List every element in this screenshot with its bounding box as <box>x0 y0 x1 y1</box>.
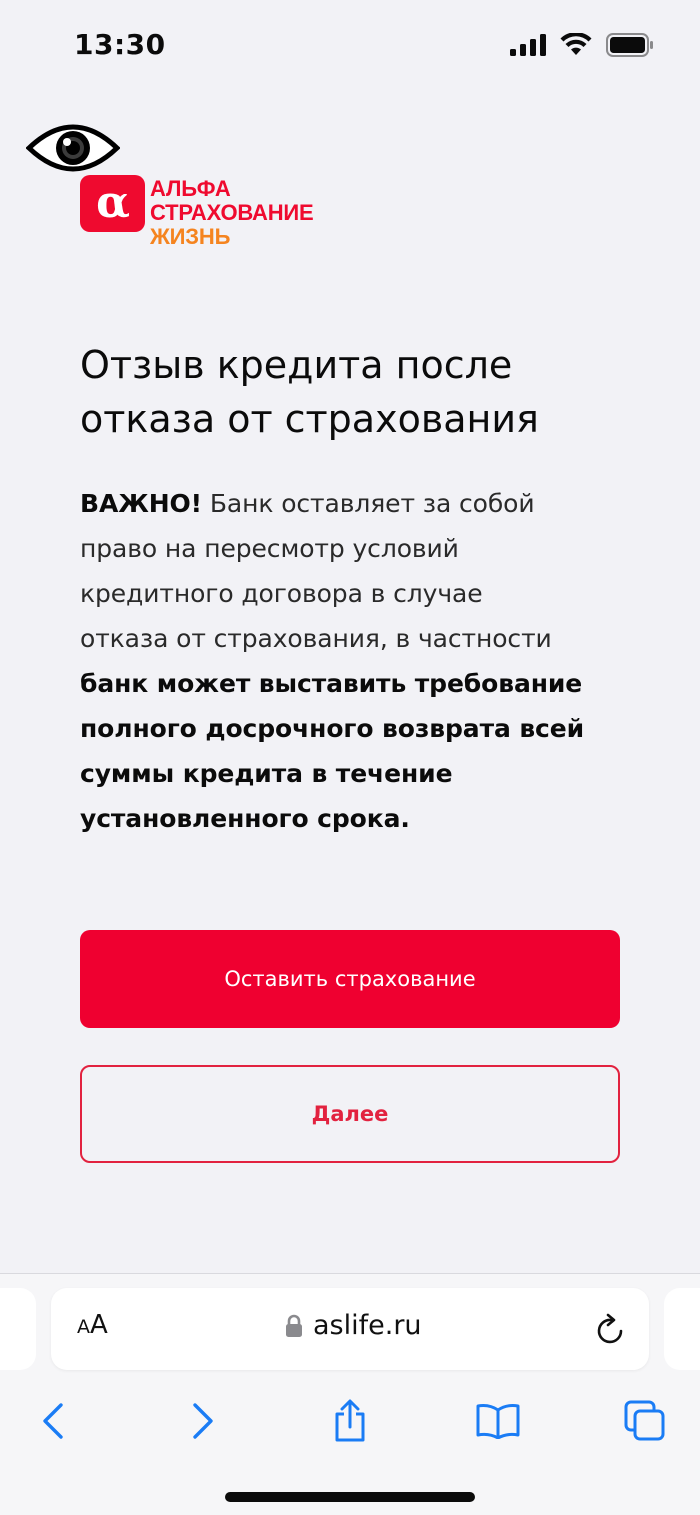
wifi-icon <box>560 33 592 55</box>
alpha-icon: α <box>96 184 130 224</box>
text-size-button[interactable]: AA <box>77 1310 108 1340</box>
notice-line-6: полного досрочного возврата всей <box>80 714 585 743</box>
notice-line-7: суммы кредита в течение <box>80 759 453 788</box>
notice-line-1: ВАЖНО! Банк оставляет за собой <box>80 481 640 526</box>
eye-icon[interactable] <box>26 120 120 176</box>
page-title: Отзыв кредита после отказа от страховани… <box>80 338 640 446</box>
notice-line-4: отказа от страхования, в частности <box>80 624 552 653</box>
bookmarks-icon <box>476 1404 520 1439</box>
reload-icon[interactable] <box>595 1312 627 1346</box>
address-bar[interactable]: AA aslife.ru <box>51 1288 649 1370</box>
status-bar: 13:30 <box>0 0 700 95</box>
status-time: 13:30 <box>74 28 166 61</box>
bookmarks-button[interactable] <box>473 1396 523 1446</box>
lock-icon <box>286 1314 302 1337</box>
next-button[interactable]: Далее <box>80 1065 620 1163</box>
home-indicator <box>225 1492 475 1502</box>
notice-important-label: ВАЖНО! <box>80 489 202 518</box>
important-notice: ВАЖНО! Банк оставляет за собой право на … <box>80 481 640 841</box>
text-size-small-a: A <box>77 1316 90 1338</box>
tabs-button[interactable] <box>620 1396 670 1446</box>
previous-tab-preview[interactable] <box>0 1288 36 1370</box>
tabs-icon <box>624 1400 665 1441</box>
next-tab-preview[interactable] <box>664 1288 700 1370</box>
notice-line-3: кредитного договора в случае <box>80 579 483 608</box>
forward-icon <box>193 1403 213 1439</box>
forward-button[interactable] <box>178 1396 228 1446</box>
notice-line-1-text: Банк оставляет за собой <box>201 489 535 518</box>
url-text: aslife.ru <box>313 1310 422 1341</box>
notice-line-8: установленного срока. <box>80 804 410 833</box>
page-title-line-1: Отзыв кредита после <box>80 343 513 387</box>
keep-insurance-button[interactable]: Оставить страхование <box>80 930 620 1028</box>
back-icon <box>43 1403 63 1439</box>
share-icon <box>335 1399 365 1442</box>
company-logo[interactable]: α АЛЬФА СТРАХОВАНИЕ ЖИЗНЬ <box>80 172 360 252</box>
url-display[interactable]: aslife.ru <box>285 1310 422 1341</box>
browser-bar: AA aslife.ru <box>0 1273 700 1515</box>
status-icons <box>510 33 654 57</box>
battery-icon <box>606 33 653 57</box>
notice-line-5: банк может выставить требование <box>80 669 583 698</box>
logo-text-strakhovanie: СТРАХОВАНИЕ <box>150 200 314 225</box>
back-button[interactable] <box>28 1396 78 1446</box>
cellular-signal-icon <box>510 34 546 56</box>
browser-toolbar <box>0 1384 700 1444</box>
share-button[interactable] <box>325 1396 375 1446</box>
notice-line-2: право на пересмотр условий <box>80 534 459 563</box>
page-title-line-2: отказа от страхования <box>80 397 539 441</box>
alfa-logo-mark: α <box>80 175 145 232</box>
logo-text-zhizn: ЖИЗНЬ <box>150 224 231 249</box>
svg-text:α: α <box>96 184 130 224</box>
text-size-large-a: A <box>90 1310 108 1340</box>
logo-text-alfa: АЛЬФА <box>150 176 231 201</box>
